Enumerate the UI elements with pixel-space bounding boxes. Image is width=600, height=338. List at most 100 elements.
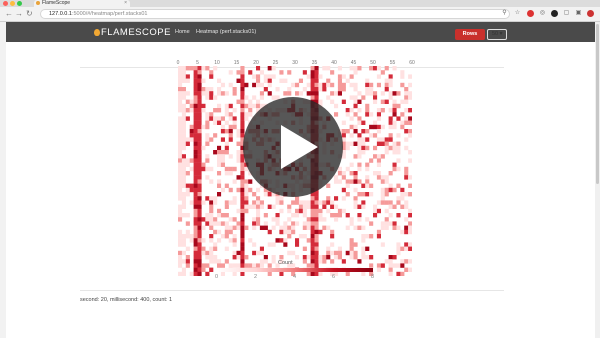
- heatmap-cell[interactable]: [193, 271, 198, 276]
- heatmap-cell[interactable]: [310, 204, 315, 209]
- heatmap-cell[interactable]: [365, 175, 370, 180]
- heatmap-cell[interactable]: [240, 82, 245, 88]
- heatmap-cell[interactable]: [337, 208, 342, 214]
- heatmap-cell[interactable]: [295, 91, 300, 96]
- heatmap-cell[interactable]: [193, 267, 198, 272]
- heatmap-cell[interactable]: [271, 66, 276, 71]
- heatmap-cell[interactable]: [384, 145, 389, 151]
- heatmap-cell[interactable]: [353, 95, 358, 100]
- heatmap-cell[interactable]: [197, 192, 202, 197]
- heatmap-cell[interactable]: [209, 179, 214, 184]
- heatmap-cell[interactable]: [392, 66, 397, 71]
- heatmap-cell[interactable]: [392, 255, 397, 260]
- heatmap-cell[interactable]: [217, 116, 222, 121]
- tab-close-icon[interactable]: ×: [124, 0, 127, 7]
- heatmap-cell[interactable]: [322, 225, 327, 230]
- heatmap-cell[interactable]: [193, 196, 198, 201]
- heatmap-cell[interactable]: [369, 91, 374, 96]
- heatmap-cell[interactable]: [193, 103, 198, 109]
- heatmap-cell[interactable]: [228, 166, 233, 172]
- heatmap-cell[interactable]: [380, 141, 385, 146]
- heatmap-cell[interactable]: [181, 175, 186, 180]
- heatmap-cell[interactable]: [236, 208, 241, 214]
- scrollbar-thumb[interactable]: [596, 24, 599, 184]
- heatmap-cell[interactable]: [291, 225, 296, 230]
- heatmap-cell[interactable]: [376, 175, 381, 180]
- heatmap-cell[interactable]: [357, 91, 362, 96]
- heatmap-cell[interactable]: [396, 166, 401, 172]
- heatmap-cell[interactable]: [396, 116, 401, 121]
- heatmap-cell[interactable]: [209, 200, 214, 205]
- heatmap-cell[interactable]: [345, 108, 350, 113]
- heatmap-cell[interactable]: [197, 166, 202, 172]
- heatmap-cell[interactable]: [310, 213, 315, 218]
- heatmap-cell[interactable]: [310, 74, 315, 79]
- heatmap-cell[interactable]: [388, 116, 393, 121]
- heatmap-cell[interactable]: [232, 124, 237, 130]
- heatmap-cell[interactable]: [396, 196, 401, 201]
- heatmap-cell[interactable]: [189, 124, 194, 130]
- heatmap-cell[interactable]: [392, 124, 397, 130]
- heatmap-cell[interactable]: [220, 221, 225, 226]
- heatmap-cell[interactable]: [408, 259, 412, 264]
- heatmap-cell[interactable]: [376, 141, 381, 146]
- heatmap-cell[interactable]: [209, 116, 214, 121]
- heatmap-cell[interactable]: [353, 112, 358, 117]
- heatmap-cell[interactable]: [189, 166, 194, 172]
- heatmap-cell[interactable]: [181, 103, 186, 109]
- heatmap-cell[interactable]: [220, 91, 225, 96]
- heatmap-cell[interactable]: [181, 250, 186, 256]
- heatmap-cell[interactable]: [178, 145, 183, 151]
- heatmap-cell[interactable]: [330, 213, 335, 218]
- heatmap-cell[interactable]: [384, 217, 389, 222]
- heatmap-cell[interactable]: [400, 99, 405, 104]
- heatmap-cell[interactable]: [314, 91, 319, 96]
- heatmap-cell[interactable]: [396, 91, 401, 96]
- heatmap-cell[interactable]: [244, 204, 249, 209]
- heatmap-cell[interactable]: [353, 196, 358, 201]
- heatmap-cell[interactable]: [193, 221, 198, 226]
- heatmap-cell[interactable]: [181, 141, 186, 146]
- heatmap-cell[interactable]: [201, 103, 206, 109]
- heatmap-cell[interactable]: [279, 238, 284, 243]
- heatmap-cell[interactable]: [181, 154, 186, 159]
- heatmap-cell[interactable]: [201, 246, 206, 251]
- heatmap-cell[interactable]: [181, 124, 186, 130]
- heatmap-cell[interactable]: [404, 116, 409, 121]
- heatmap-cell[interactable]: [209, 213, 214, 218]
- heatmap-cell[interactable]: [224, 259, 229, 264]
- heatmap-cell[interactable]: [252, 82, 257, 88]
- heatmap-cell[interactable]: [244, 255, 249, 260]
- heatmap-cell[interactable]: [236, 141, 241, 146]
- heatmap-cell[interactable]: [248, 70, 253, 75]
- heatmap-cell[interactable]: [408, 133, 412, 138]
- heatmap-cell[interactable]: [209, 70, 214, 75]
- heatmap-cell[interactable]: [213, 229, 218, 235]
- heatmap-cell[interactable]: [349, 162, 354, 167]
- heatmap-cell[interactable]: [369, 112, 374, 117]
- heatmap-cell[interactable]: [220, 154, 225, 159]
- heatmap-cell[interactable]: [396, 200, 401, 205]
- heatmap-cell[interactable]: [178, 158, 183, 163]
- extension-icon[interactable]: ▢: [563, 10, 570, 17]
- heatmap-cell[interactable]: [197, 213, 202, 218]
- heatmap-cell[interactable]: [209, 259, 214, 264]
- heatmap-cell[interactable]: [181, 271, 186, 276]
- heatmap-cell[interactable]: [361, 271, 366, 276]
- heatmap-cell[interactable]: [209, 217, 214, 222]
- heatmap-cell[interactable]: [380, 192, 385, 197]
- heatmap-cell[interactable]: [295, 242, 300, 247]
- heatmap-cell[interactable]: [240, 238, 245, 243]
- heatmap-cell[interactable]: [197, 229, 202, 235]
- heatmap-cell[interactable]: [380, 225, 385, 230]
- heatmap-cell[interactable]: [197, 158, 202, 163]
- heatmap-cell[interactable]: [197, 263, 202, 268]
- heatmap-cell[interactable]: [404, 259, 409, 264]
- heatmap-cell[interactable]: [357, 192, 362, 197]
- heatmap-cell[interactable]: [400, 120, 405, 125]
- heatmap-cell[interactable]: [193, 246, 198, 251]
- heatmap-cell[interactable]: [388, 271, 393, 276]
- heatmap-cell[interactable]: [341, 259, 346, 264]
- heatmap-cell[interactable]: [298, 208, 303, 214]
- heatmap-cell[interactable]: [197, 196, 202, 201]
